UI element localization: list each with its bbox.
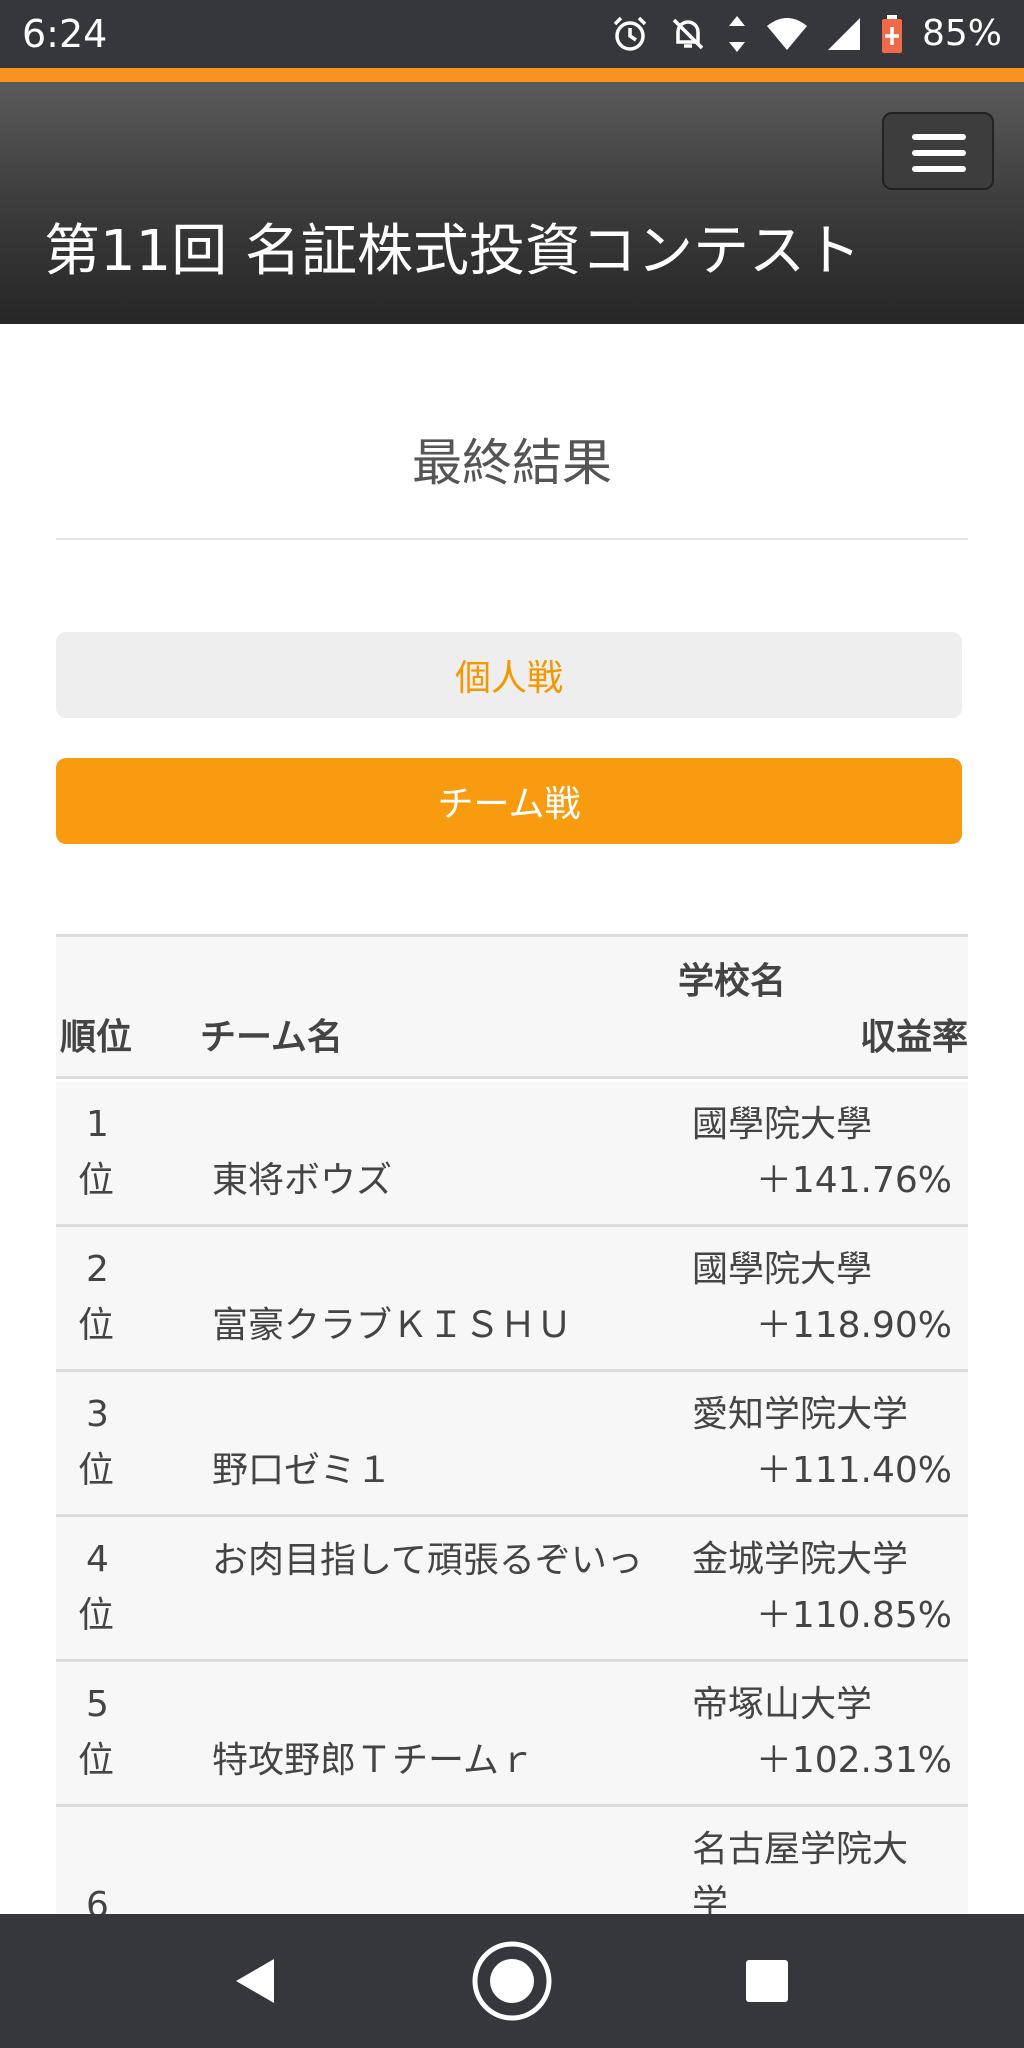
return-rate: ＋111.40% — [755, 1450, 952, 1491]
table-row: 1 位 東将ボウズ 國學院大學 ＋141.76% — [56, 1082, 968, 1227]
header-team: チーム名 — [200, 1017, 343, 1058]
back-icon — [236, 1959, 274, 2003]
return-rate: ＋102.31% — [755, 1740, 952, 1781]
school-name: 愛知学院大学 — [692, 1394, 909, 1435]
home-button[interactable] — [469, 1938, 555, 2024]
table-row: 5 位 特攻野郎Ｔチームｒ 帝塚山大学 ＋102.31% — [56, 1662, 968, 1807]
table-header: 学校名 順位 チーム名 収益率 — [56, 937, 968, 1079]
header-rank: 順位 — [60, 1017, 133, 1058]
site-title[interactable]: 第11回 名証株式投資コンテスト — [44, 212, 861, 292]
accent-line — [0, 68, 1024, 82]
site-header: 第11回 名証株式投資コンテスト — [0, 82, 1024, 324]
school-name: 帝塚山大学 — [692, 1684, 873, 1725]
team-name: 富豪クラブＫＩＳＨＵ — [212, 1305, 573, 1346]
results-table: 学校名 順位 チーム名 収益率 1 位 東将ボウズ 國學院大學 ＋141.76%… — [56, 934, 968, 1914]
recents-button[interactable] — [724, 1938, 810, 2024]
hamburger-bar — [912, 166, 966, 172]
battery-icon — [881, 15, 902, 53]
table-row: 2 位 富豪クラブＫＩＳＨＵ 國學院大學 ＋118.90% — [56, 1227, 968, 1372]
data-arrows-icon — [728, 16, 745, 52]
table-row: 4 位 お肉目指して頑張るぞいっ 金城学院大学 ＋110.85% — [56, 1517, 968, 1662]
team-button[interactable]: チーム戦 — [56, 758, 962, 844]
rank-number: 1 — [86, 1104, 109, 1145]
return-rate: ＋141.76% — [755, 1160, 952, 1201]
header-return: 収益率 — [859, 1017, 968, 1058]
table-row: 3 位 野口ゼミ１ 愛知学院大学 ＋111.40% — [56, 1372, 968, 1517]
rank-number: 6 — [86, 1885, 109, 1914]
rank-number: 4 — [86, 1539, 109, 1580]
table-row: 6 名古屋学院大学 — [56, 1807, 968, 1914]
rank-suffix: 位 — [78, 1595, 115, 1636]
team-name: 野口ゼミ１ — [212, 1450, 393, 1491]
page-title: 最終結果 — [412, 434, 612, 492]
hamburger-menu-button[interactable] — [882, 112, 994, 190]
divider — [56, 538, 968, 540]
school-name: 國學院大學 — [692, 1249, 873, 1290]
back-button[interactable] — [212, 1938, 298, 2024]
rank-number: 5 — [86, 1684, 109, 1725]
status-icons: 85% — [610, 10, 1002, 58]
rank-number: 3 — [86, 1394, 109, 1435]
rank-suffix: 位 — [78, 1740, 115, 1781]
hamburger-menu-icon — [912, 134, 966, 140]
signal-icon — [827, 18, 860, 50]
alarm-icon — [613, 16, 647, 51]
recents-icon — [746, 1960, 788, 2002]
battery-percent: 85% — [921, 13, 1002, 54]
bell-off-icon — [672, 18, 704, 50]
status-bar: 6:24 85% — [0, 0, 1024, 68]
system-nav-bar — [0, 1914, 1024, 2048]
rank-suffix: 位 — [78, 1450, 115, 1491]
rank-suffix: 位 — [78, 1160, 115, 1201]
team-name: 特攻野郎Ｔチームｒ — [212, 1740, 535, 1781]
header-school: 学校名 — [678, 961, 787, 1002]
school-name: 國學院大學 — [692, 1104, 873, 1145]
status-time: 6:24 — [22, 12, 108, 56]
return-rate: ＋110.85% — [755, 1595, 952, 1636]
individual-button[interactable]: 個人戦 — [56, 632, 962, 718]
rank-suffix: 位 — [78, 1305, 115, 1346]
return-rate: ＋118.90% — [755, 1305, 952, 1346]
school-name: 名古屋学院大学 — [692, 1829, 909, 1914]
team-name: お肉目指して頑張るぞいっ — [212, 1540, 643, 1581]
hamburger-bar — [912, 150, 966, 156]
team-name: 東将ボウズ — [212, 1160, 393, 1201]
home-icon — [472, 1941, 552, 2021]
school-name: 金城学院大学 — [692, 1539, 909, 1580]
wifi-icon — [766, 18, 807, 50]
rank-number: 2 — [86, 1249, 109, 1290]
